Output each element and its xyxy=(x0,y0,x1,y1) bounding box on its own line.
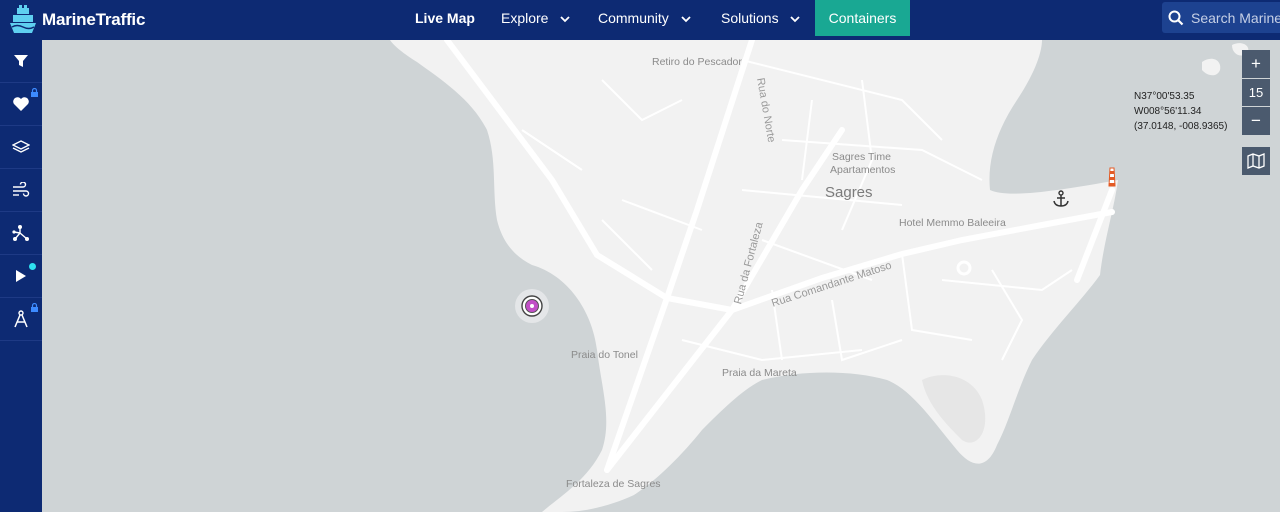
search-input[interactable] xyxy=(1188,2,1280,33)
label-apartamentos: Apartamentos xyxy=(830,164,896,176)
lock-icon xyxy=(31,88,38,97)
chevron-down-icon xyxy=(681,16,691,23)
zoom-in-button[interactable]: + xyxy=(1242,50,1270,78)
ship-logo-icon xyxy=(10,5,36,33)
label-hotel-memmo-baleeira: Hotel Memmo Baleeira xyxy=(899,217,1006,229)
layers-button[interactable] xyxy=(0,126,42,169)
vessel-position-icon xyxy=(515,289,549,323)
anchorage-marker[interactable] xyxy=(1052,190,1070,213)
nav-solutions-label: Solutions xyxy=(721,10,779,26)
nav-community-label: Community xyxy=(598,10,669,26)
label-retiro-do-pescador: Retiro do Pescador xyxy=(652,56,742,68)
lock-icon xyxy=(31,303,38,312)
notification-dot xyxy=(29,263,36,270)
vessel-marker[interactable] xyxy=(514,288,550,324)
nav-community[interactable]: Community xyxy=(598,0,691,36)
nav-solutions[interactable]: Solutions xyxy=(721,0,801,36)
filter-icon xyxy=(14,55,28,67)
cursor-coordinates: N37°00'53.35 W008°56'11.34 (37.0148, -00… xyxy=(1134,89,1227,134)
nav-live-map-label: Live Map xyxy=(415,10,475,26)
filters-button[interactable] xyxy=(0,40,42,83)
label-praia-da-mareta: Praia da Mareta xyxy=(722,367,797,379)
routes-button[interactable] xyxy=(0,212,42,255)
nav-live-map[interactable]: Live Map xyxy=(415,0,475,36)
play-icon xyxy=(16,270,26,282)
label-town-sagres: Sagres xyxy=(825,184,873,201)
chevron-down-icon xyxy=(790,16,801,23)
label-sagres-time: Sagres Time xyxy=(832,151,891,163)
coords-latitude: N37°00'53.35 xyxy=(1134,91,1195,102)
search-icon xyxy=(1168,10,1184,26)
heart-icon xyxy=(13,97,29,111)
coords-longitude: W008°56'11.34 xyxy=(1134,106,1202,117)
zoom-out-button[interactable]: − xyxy=(1242,107,1270,135)
map-icon xyxy=(1247,153,1265,169)
map-type-button[interactable] xyxy=(1242,147,1270,175)
containers-button[interactable]: Containers xyxy=(815,0,910,36)
chevron-down-icon xyxy=(560,16,570,23)
measure-tool-icon xyxy=(14,310,28,328)
nav-explore-label: Explore xyxy=(501,10,549,26)
top-navbar: MarineTraffic Live Map Explore Community… xyxy=(0,0,1280,40)
anchor-icon xyxy=(1053,190,1069,207)
layers-icon xyxy=(12,140,30,153)
wind-icon xyxy=(13,182,30,197)
zoom-controls: + 15 − xyxy=(1242,50,1270,136)
measure-tool-button[interactable] xyxy=(0,298,42,341)
lighthouse-marker[interactable] xyxy=(1107,166,1117,193)
search-bar[interactable] xyxy=(1162,2,1280,33)
coords-decimal: (37.0148, -008.9365) xyxy=(1134,121,1228,132)
zoom-level: 15 xyxy=(1242,79,1270,106)
playback-button[interactable] xyxy=(0,255,42,298)
label-fortaleza-de-sagres: Fortaleza de Sagres xyxy=(566,478,661,490)
map-canvas[interactable]: Retiro do Pescador Sagres Time Apartamen… xyxy=(42,40,1280,512)
left-toolbar xyxy=(0,40,42,512)
brand-logo[interactable]: MarineTraffic xyxy=(8,4,145,36)
routes-icon xyxy=(12,225,29,241)
nav-explore[interactable]: Explore xyxy=(501,0,570,36)
label-praia-do-tonel: Praia do Tonel xyxy=(571,349,638,361)
map-basemap xyxy=(42,40,1280,512)
brand-name: MarineTraffic xyxy=(42,10,146,29)
weather-button[interactable] xyxy=(0,169,42,212)
my-fleets-button[interactable] xyxy=(0,83,42,126)
lighthouse-icon xyxy=(1108,167,1116,187)
